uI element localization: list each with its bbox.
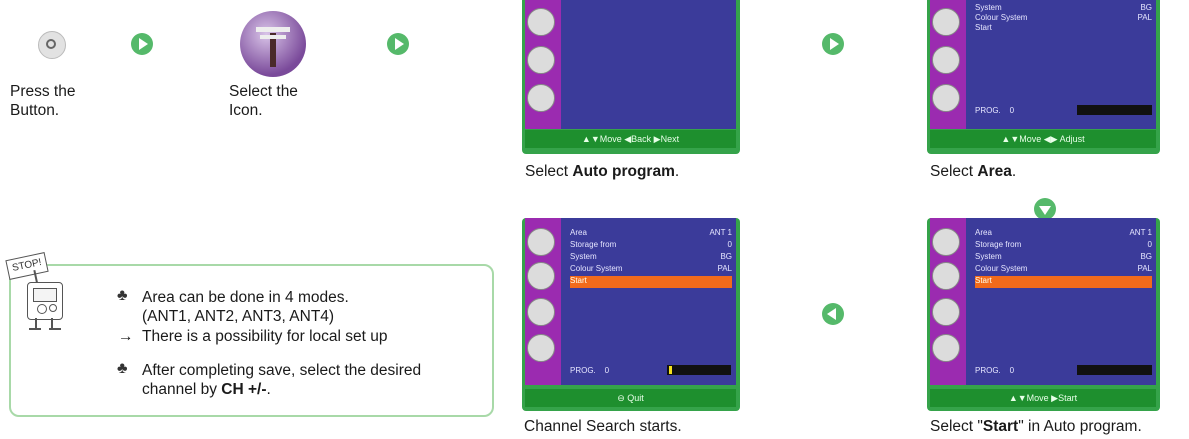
step1-text: Press the Button. — [10, 83, 76, 119]
menu-row: Storage from 0 — [570, 240, 732, 249]
progress-fill — [669, 366, 672, 374]
menu-row-selected: Start — [975, 276, 1152, 288]
stop-mascot-icon: STOP! — [5, 252, 85, 332]
function-icon — [527, 84, 555, 112]
tv-screen-auto-program: ▲▼Move ◀Back ▶Next — [522, 0, 740, 154]
menu-row: System BG — [975, 3, 1152, 12]
arrow-left-icon — [822, 303, 844, 325]
nav-bar: ⊖ Quit — [525, 389, 736, 407]
antenna-icon — [240, 11, 306, 77]
arrow-bullet-icon: → — [118, 328, 134, 345]
tv-screen-area: System BG Colour System PAL Start PROG. 0 … — [927, 0, 1160, 154]
setup-icon — [932, 8, 960, 36]
progress-bar — [1077, 105, 1152, 115]
input-icon — [527, 262, 555, 290]
caption-channel-search: Channel Search starts. — [524, 418, 682, 435]
club-bullet-icon: ♣ — [117, 287, 128, 304]
bullet1: Area can be done in 4 modes. (ANT1, ANT2… — [142, 289, 349, 325]
menu-row: Start — [975, 23, 992, 32]
tv-screen-channel-search: Area ANT 1 Storage from 0 System BG Colour … — [522, 218, 740, 411]
input-icon — [527, 46, 555, 74]
function-icon — [932, 84, 960, 112]
arrow-down-icon — [1034, 198, 1056, 220]
step2-text: Select the Icon. — [229, 83, 298, 119]
menu-row: Storage from 0 — [975, 240, 1152, 249]
progress-bar — [667, 365, 731, 375]
caption-start: Select "Start" in Auto program. — [930, 418, 1142, 435]
nav-bar: ▲▼Move ◀▶ Adjust — [930, 130, 1156, 148]
menu-row: Area ANT 1 — [975, 228, 1152, 237]
club-bullet-icon: ♣ — [117, 360, 128, 377]
menu-row: Colour System PAL — [975, 264, 1152, 273]
menu-row: System BG — [570, 252, 732, 261]
nav-bar: ▲▼Move ▶Start — [930, 389, 1156, 407]
nav-bar: ▲▼Move ◀Back ▶Next — [525, 130, 736, 148]
function-icon — [932, 298, 960, 326]
setup-icon — [527, 228, 555, 256]
arrow-right-icon — [131, 33, 153, 55]
arrow-right-icon — [822, 33, 844, 55]
input-icon — [932, 262, 960, 290]
menu-row: Colour System PAL — [975, 13, 1152, 22]
menu-row: Area ANT 1 — [570, 228, 732, 237]
bullet1-note: There is a possibility for local set up — [142, 328, 388, 345]
menu-button-icon — [38, 31, 66, 59]
menu-row: System BG — [975, 252, 1152, 261]
settings-icon — [932, 334, 960, 362]
function-icon — [527, 298, 555, 326]
menu-row-selected: Start — [570, 276, 732, 288]
setup-icon — [932, 228, 960, 256]
bullet2: After completing save, select the desire… — [142, 362, 422, 398]
settings-icon — [527, 334, 555, 362]
arrow-right-icon — [387, 33, 409, 55]
caption-auto-program: Select Auto program. — [525, 163, 680, 180]
setup-icon — [527, 8, 555, 36]
prog-label: PROG. 0 — [570, 366, 610, 375]
tv-screen-start: Area ANT 1 Storage from 0 System BG Colour … — [927, 218, 1160, 411]
menu-row: Colour System PAL — [570, 264, 732, 273]
prog-label: PROG. 0 — [975, 106, 1015, 115]
prog-label: PROG. 0 — [975, 366, 1015, 375]
caption-area: Select Area. — [930, 163, 1017, 180]
input-icon — [932, 46, 960, 74]
progress-bar — [1077, 365, 1152, 375]
stop-sign: STOP! — [5, 252, 49, 280]
